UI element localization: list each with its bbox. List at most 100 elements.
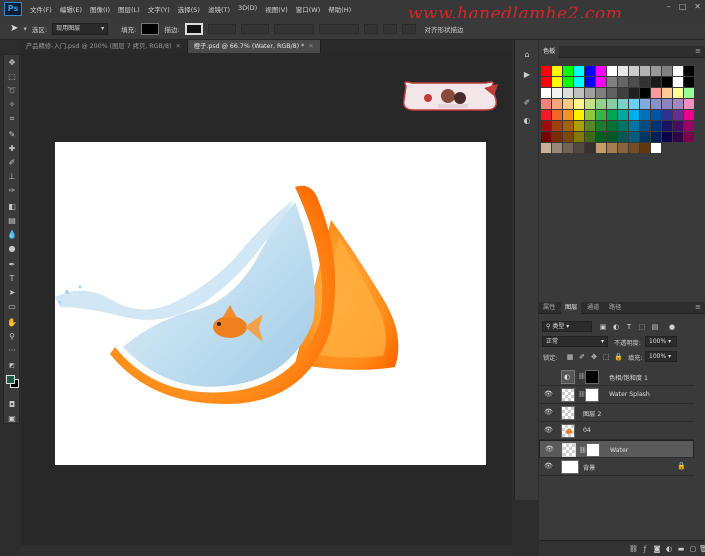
color-swatch[interactable] [673, 77, 683, 87]
marquee-tool-icon[interactable]: ⬚ [7, 72, 17, 82]
path-selection-tool-icon[interactable]: ➤ [7, 288, 17, 298]
color-swatch[interactable] [541, 66, 551, 76]
color-swatch[interactable] [596, 99, 606, 109]
lock-transparency-icon[interactable]: ▦ [566, 353, 574, 361]
color-swatch[interactable] [673, 121, 683, 131]
color-swatch[interactable] [629, 121, 639, 131]
color-swatch[interactable] [651, 88, 661, 98]
layer-mask-thumbnail[interactable] [585, 388, 599, 402]
color-swatch[interactable] [574, 110, 584, 120]
color-swatch[interactable] [662, 77, 672, 87]
maximize-icon[interactable]: □ [679, 2, 687, 11]
color-swatch[interactable] [585, 77, 595, 87]
color-swatch[interactable] [574, 121, 584, 131]
lasso-tool-icon[interactable]: ➰ [7, 86, 17, 96]
color-swatch[interactable] [651, 121, 661, 131]
brush-panel-icon[interactable]: ✐ [522, 98, 532, 108]
color-swatch[interactable] [563, 99, 573, 109]
layer-filter-dropdown[interactable]: ⚲ 类型 ▾ [542, 321, 592, 332]
menu-item-6[interactable]: 滤镜(T) [204, 4, 234, 14]
more-tools-icon[interactable]: ··· [7, 346, 17, 356]
add-mask-icon[interactable]: ◙ [653, 545, 661, 553]
layer-mask-thumbnail[interactable] [586, 443, 600, 457]
color-swatch[interactable] [563, 66, 573, 76]
color-swatch[interactable] [607, 99, 617, 109]
color-swatch[interactable] [662, 143, 672, 153]
adjustment-layer-icon[interactable]: ◐ [665, 545, 673, 553]
color-swatch[interactable] [574, 88, 584, 98]
lock-artboard-icon[interactable]: ⬚ [602, 353, 610, 361]
color-swatch[interactable] [541, 132, 551, 142]
color-swatch[interactable] [563, 77, 573, 87]
color-swatch[interactable] [618, 66, 628, 76]
menu-item-0[interactable]: 文件(F) [26, 4, 56, 14]
tab-channels[interactable]: 通道 [583, 302, 603, 314]
color-swatch[interactable] [607, 121, 617, 131]
color-swatch[interactable] [640, 66, 650, 76]
visibility-off-icon[interactable] [544, 372, 553, 381]
color-swatch[interactable] [651, 77, 661, 87]
pen-tool-icon[interactable]: ✒ [7, 260, 17, 270]
path-operations-button[interactable] [363, 23, 378, 34]
path-arrangement-button[interactable] [401, 23, 416, 34]
color-swatch[interactable] [618, 121, 628, 131]
color-swatch[interactable] [618, 99, 628, 109]
color-swatch[interactable] [607, 143, 617, 153]
color-swatch[interactable] [673, 110, 683, 120]
tab-paths[interactable]: 路径 [605, 302, 625, 314]
menu-item-2[interactable]: 图像(I) [86, 4, 114, 14]
quick-mask-icon[interactable]: ◘ [7, 400, 17, 410]
color-swatch[interactable] [640, 88, 650, 98]
eyedropper-tool-icon[interactable]: ✎ [7, 130, 17, 140]
color-swatch[interactable] [684, 99, 694, 109]
visibility-icon[interactable]: 👁 [545, 445, 554, 454]
adjustments-panel-icon[interactable]: ◐ [522, 116, 532, 126]
path-select-tool-icon[interactable]: ➤ [10, 23, 18, 34]
history-brush-tool-icon[interactable]: ✑ [7, 186, 17, 196]
color-swatch[interactable] [640, 143, 650, 153]
move-tool-icon[interactable]: ✥ [7, 58, 17, 68]
color-swatch[interactable] [574, 66, 584, 76]
fx-icon[interactable]: ƒ [641, 545, 649, 553]
filter-pixel-icon[interactable]: ▣ [599, 323, 607, 331]
fill-field[interactable]: 100% ▾ [645, 351, 677, 362]
color-swatch[interactable] [607, 88, 617, 98]
menu-item-4[interactable]: 文字(Y) [144, 4, 174, 14]
color-swatch[interactable] [552, 132, 562, 142]
color-swatch[interactable] [629, 110, 639, 120]
color-swatch[interactable] [640, 132, 650, 142]
trash-icon[interactable]: 🗑 [699, 545, 705, 553]
color-swatch[interactable] [651, 110, 661, 120]
color-swatch[interactable] [563, 110, 573, 120]
filter-adjustment-icon[interactable]: ◐ [612, 323, 620, 331]
stroke-color-swatch[interactable] [184, 22, 203, 35]
close-tab-icon[interactable]: ✕ [175, 43, 180, 50]
color-swatch[interactable] [596, 88, 606, 98]
color-swatch[interactable] [673, 66, 683, 76]
close-tab-icon[interactable]: ✕ [308, 43, 313, 50]
color-swatch[interactable] [552, 143, 562, 153]
color-swatch[interactable] [629, 88, 639, 98]
color-swatch[interactable] [585, 66, 595, 76]
lock-position-icon[interactable]: ✥ [590, 353, 598, 361]
menu-item-3[interactable]: 图层(L) [114, 4, 144, 14]
lock-pixels-icon[interactable]: ✐ [578, 353, 586, 361]
path-alignment-button[interactable] [382, 23, 397, 34]
visibility-icon[interactable]: 👁 [544, 462, 553, 471]
color-swatch[interactable] [596, 143, 606, 153]
filter-type-icon[interactable]: T [625, 323, 633, 331]
stroke-width-field[interactable] [207, 23, 236, 34]
tab-orange[interactable]: 橙子.psd @ 66.7% (Water, RGB/8) * ✕ [187, 40, 321, 53]
tab-properties[interactable]: 属性 [539, 302, 559, 314]
visibility-icon[interactable]: 👁 [544, 408, 553, 417]
layer-mask-thumbnail[interactable] [585, 370, 599, 384]
color-swatch[interactable] [585, 99, 595, 109]
menu-item-9[interactable]: 窗口(W) [292, 4, 325, 14]
lock-all-icon[interactable]: 🔒 [614, 353, 623, 361]
layer-row-background[interactable]: 👁 背景 🔒 [539, 458, 694, 476]
color-swatch[interactable] [673, 132, 683, 142]
color-swatch[interactable] [541, 99, 551, 109]
layer-row-04[interactable]: 👁 04 [539, 422, 694, 440]
color-swatch[interactable] [618, 143, 628, 153]
new-group-icon[interactable]: ▬ [677, 545, 685, 553]
